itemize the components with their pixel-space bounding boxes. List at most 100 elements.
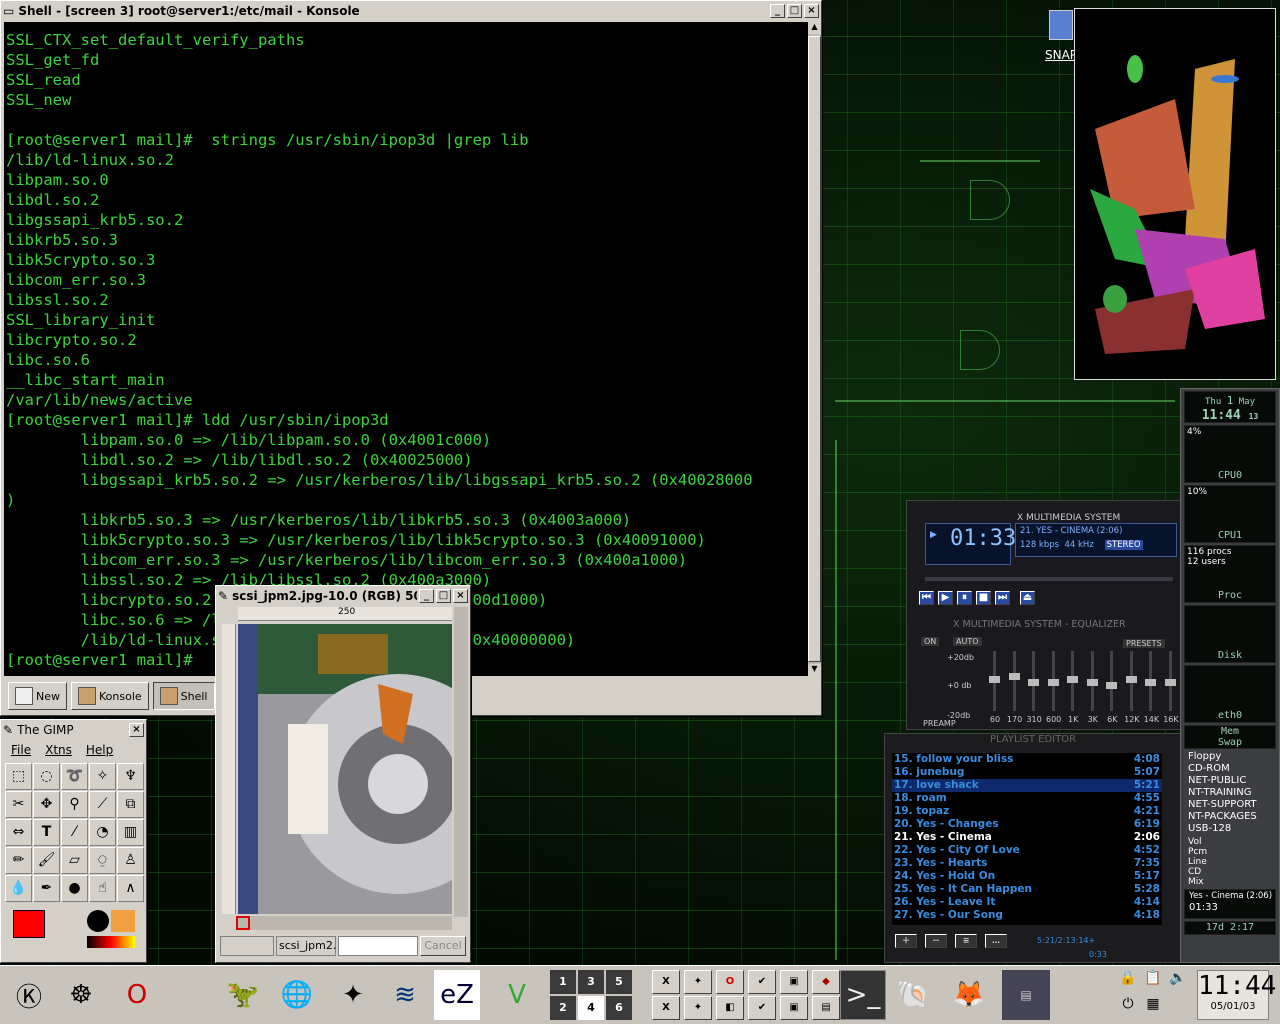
bezier-icon[interactable]: ♆ [117, 763, 144, 790]
foreground-color[interactable] [13, 910, 45, 938]
mount-button[interactable]: NT-TRAINING [1184, 787, 1276, 799]
xmms-player[interactable]: X MULTIMEDIA SYSTEM ▶ 01:33 21. YES - CI… [906, 500, 1182, 730]
konsole-titlebar[interactable]: ▭ Shell - [screen 3] root@server1:/etc/m… [1, 1, 821, 20]
volume-icon[interactable]: 🔈 [1166, 970, 1190, 995]
eq-knob[interactable] [1028, 679, 1040, 686]
horizontal-scrollbar[interactable] [238, 916, 452, 930]
image-titlebar[interactable]: ✎ scsi_jpm2.jpg-10.0 (RGB) 50% _ □ × [216, 586, 470, 605]
move-icon[interactable]: ✥ [33, 791, 60, 818]
eq-band-slider[interactable]: 6K [1104, 651, 1120, 727]
gk-disk-panel[interactable]: Disk [1184, 605, 1276, 663]
dodge-icon[interactable]: ● [61, 875, 88, 902]
k-menu-icon[interactable]: Ⓚ [6, 970, 52, 1020]
eq-knob[interactable] [1008, 673, 1020, 680]
mount-button[interactable]: Floppy [1184, 751, 1276, 763]
eq-band-slider[interactable]: 12K [1124, 651, 1140, 727]
blend-icon[interactable]: ▥ [117, 819, 144, 846]
smudge-icon[interactable]: ☝ [89, 875, 116, 902]
playlist-list[interactable]: 15. follow your bliss 4:08 16. junebug 5:07… [892, 753, 1162, 925]
mount-button[interactable]: NET-SUPPORT [1184, 799, 1276, 811]
remove-file-icon[interactable]: － [925, 934, 947, 948]
prev-icon[interactable]: ⏮ [919, 591, 934, 605]
openoffice-icon[interactable]: ≋ [382, 970, 428, 1020]
select-all-icon[interactable]: ≡ [955, 934, 977, 948]
ez-icon[interactable]: eZ [434, 970, 480, 1020]
mozilla-icon[interactable]: 🦖 [220, 970, 266, 1020]
gimp-toolbox-window[interactable]: ✎ The GIMP × File Xtns Help ⬚ ◌ ➰ ✧ ♆ ✂ … [0, 719, 147, 963]
mount-button[interactable]: CD-ROM [1184, 763, 1276, 775]
desktop-1-button[interactable]: 1 [550, 970, 576, 994]
eq-knob[interactable] [1067, 676, 1079, 683]
desktop-6-button[interactable]: 6 [606, 996, 632, 1020]
logout-icon[interactable]: ⏻ [1116, 996, 1140, 1021]
playlist-item[interactable]: 15. follow your bliss 4:08 [892, 753, 1162, 766]
vertical-ruler[interactable] [222, 624, 236, 914]
close-button[interactable]: × [804, 3, 819, 18]
desktop-5-button[interactable]: 5 [606, 970, 632, 994]
eq-band-slider[interactable]: 600 [1046, 651, 1062, 727]
mixer-slider[interactable]: Line [1184, 857, 1276, 867]
gk-eth0-panel[interactable]: eth0 [1184, 665, 1276, 723]
horizontal-ruler[interactable]: 250 [238, 607, 452, 621]
eq-knob[interactable] [1047, 679, 1059, 686]
color-picker-icon[interactable]: ⁄ [61, 819, 88, 846]
mixer-slider[interactable]: Mix [1184, 877, 1276, 887]
gk-proc-panel[interactable]: 116 procs 12 users Proc [1184, 545, 1276, 603]
eq-band-slider[interactable]: 16K [1163, 651, 1179, 727]
xmms-title[interactable]: X MULTIMEDIA SYSTEM [1017, 513, 1120, 523]
vertical-scrollbar[interactable] [454, 607, 468, 917]
playlist-title[interactable]: PLAYLIST EDITOR [885, 734, 1181, 748]
task-window-icon[interactable]: ▣ [780, 970, 808, 994]
mixer-slider[interactable]: CD [1184, 867, 1276, 877]
terminal-scrollbar[interactable]: ▲ ▼ [808, 22, 821, 676]
playlist-item[interactable]: 16. junebug 5:07 [892, 766, 1162, 779]
mixer-slider[interactable]: Vol [1184, 837, 1276, 847]
scissors-icon[interactable]: ✂ [5, 791, 32, 818]
playlist-item[interactable]: 20. Yes - Changes 6:19 [892, 818, 1162, 831]
eq-knob[interactable] [1164, 679, 1176, 686]
stop-icon[interactable]: ■ [976, 591, 991, 605]
play-icon[interactable]: ▶ [938, 591, 953, 605]
image-canvas[interactable] [238, 624, 452, 914]
vim-icon[interactable]: V [494, 970, 540, 1020]
art-image-window[interactable] [1074, 8, 1276, 380]
terminal-output[interactable]: SSL_CTX_set_default_verify_paths SSL_get_… [4, 22, 808, 676]
kword-icon[interactable]: ✦ [330, 970, 376, 1020]
gradient-preview[interactable] [87, 936, 135, 948]
seek-bar[interactable] [925, 577, 1173, 581]
paintbrush-icon[interactable]: 🖌 [33, 847, 60, 874]
minimize-button[interactable]: _ [770, 3, 785, 18]
eraser-icon[interactable]: ▱ [61, 847, 88, 874]
menu-help[interactable]: Help [86, 743, 113, 757]
task-xterm-icon[interactable]: X [652, 970, 680, 994]
pause-icon[interactable]: ⏸ [957, 591, 972, 605]
maximize-button[interactable]: □ [436, 588, 451, 603]
airbrush-icon[interactable]: ⍜ [89, 847, 116, 874]
gk-cpu1-panel[interactable]: 10% CPU1 [1184, 485, 1276, 543]
rect-select-icon[interactable]: ⬚ [5, 763, 32, 790]
playlist-item[interactable]: 23. Yes - Hearts 7:35 [892, 857, 1162, 870]
task-check2-icon[interactable]: ✔ [748, 996, 776, 1020]
flip-icon[interactable]: ⇔ [5, 819, 32, 846]
gimp-image-window[interactable]: ✎ scsi_jpm2.jpg-10.0 (RGB) 50% _ □ × 250… [215, 585, 471, 963]
eq-band-slider[interactable]: 310 [1026, 651, 1042, 727]
magic-wand-icon[interactable]: ✧ [89, 763, 116, 790]
lasso-icon[interactable]: ➰ [61, 763, 88, 790]
eq-auto-button[interactable]: AUTO [953, 637, 982, 646]
desktop-3-button[interactable]: 3 [578, 970, 604, 994]
shell-launcher-icon[interactable]: 🐚 [890, 970, 936, 1020]
close-button[interactable]: × [453, 588, 468, 603]
quickmask-icon[interactable] [236, 916, 250, 930]
playlist-item[interactable]: 17. love shack 5:21 [892, 779, 1162, 792]
bucket-fill-icon[interactable]: ◔ [89, 819, 116, 846]
playlist-item[interactable]: 25. Yes - It Can Happen 5:28 [892, 883, 1162, 896]
eq-on-button[interactable]: ON [921, 637, 940, 646]
eq-band-slider[interactable]: 14K [1143, 651, 1159, 727]
pattern-preview[interactable] [111, 910, 135, 932]
window-menu-icon[interactable]: ✎ [218, 589, 228, 603]
window-menu-icon[interactable]: ✎ [3, 723, 13, 737]
playlist-item[interactable]: 22. Yes - City Of Love 4:52 [892, 844, 1162, 857]
terminal-icon[interactable]: >_ [840, 970, 886, 1020]
xmms-launcher-icon[interactable]: ▤ [1002, 970, 1050, 1020]
window-menu-icon[interactable]: ▭ [3, 4, 14, 18]
